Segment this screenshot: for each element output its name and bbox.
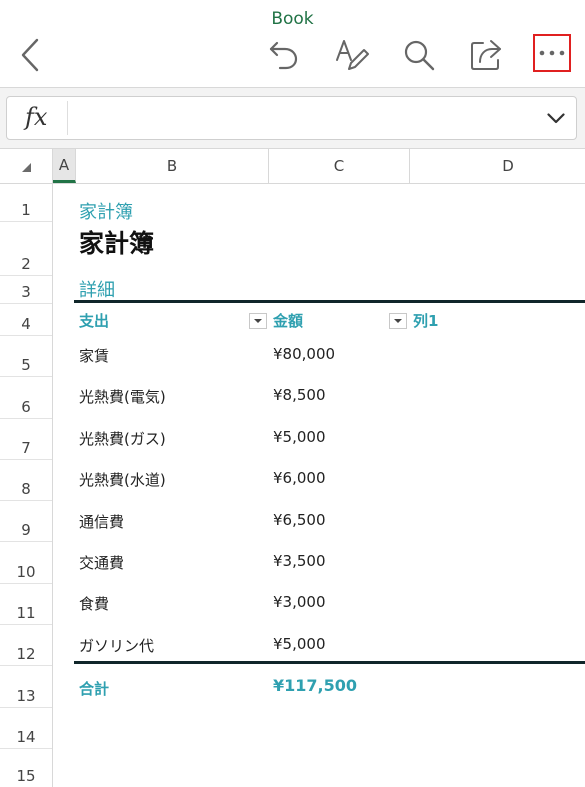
sheet-title[interactable]: 家計簿 [79, 224, 154, 260]
select-all-corner[interactable] [0, 149, 53, 183]
column-header-d[interactable]: D [410, 149, 585, 183]
row-header-14[interactable]: 14 [0, 708, 52, 749]
share-icon [471, 40, 501, 70]
table-top-border [74, 300, 585, 303]
undo-button[interactable] [263, 36, 305, 74]
item-label[interactable]: 食費 [79, 593, 109, 614]
row-header-7[interactable]: 7 [0, 419, 52, 460]
item-label[interactable]: 家賃 [79, 345, 109, 366]
table-bottom-border [74, 661, 585, 664]
filter-dropdown-amount[interactable] [389, 313, 407, 329]
item-label[interactable]: ガソリン代 [79, 635, 154, 656]
item-label[interactable]: 光熱費(電気) [79, 386, 166, 407]
row-header-11[interactable]: 11 [0, 584, 52, 625]
formula-bar: fx [6, 96, 577, 140]
header-expense[interactable]: 支出 [79, 310, 109, 331]
row-header-9[interactable]: 9 [0, 501, 52, 542]
item-label[interactable]: 通信費 [79, 511, 124, 532]
section-title[interactable]: 詳細 [79, 276, 115, 302]
item-amount[interactable]: ¥5,000 [273, 428, 326, 446]
row-header-3[interactable]: 3 [0, 276, 52, 304]
item-amount[interactable]: ¥3,000 [273, 593, 326, 611]
fx-icon[interactable]: fx [25, 103, 47, 131]
draw-icon [336, 40, 369, 70]
dropdown-arrow-icon [254, 319, 262, 323]
row-header-6[interactable]: 6 [0, 377, 52, 419]
column-header-c[interactable]: C [269, 149, 410, 183]
search-icon [404, 40, 435, 71]
column-header-b[interactable]: B [76, 149, 269, 183]
row-header-5[interactable]: 5 [0, 336, 52, 377]
item-amount[interactable]: ¥8,500 [273, 386, 326, 404]
share-button[interactable] [465, 36, 507, 74]
more-icon [539, 50, 565, 56]
row-header-10[interactable]: 10 [0, 542, 52, 584]
item-label[interactable]: 光熱費(水道) [79, 469, 166, 490]
dropdown-arrow-icon [394, 319, 402, 323]
header-amount[interactable]: 金額 [273, 310, 303, 331]
undo-icon [269, 41, 298, 70]
column-header-a[interactable]: A [53, 149, 76, 183]
item-amount[interactable]: ¥3,500 [273, 552, 326, 570]
row-header-4[interactable]: 4 [0, 304, 52, 336]
sheet-subtitle[interactable]: 家計簿 [79, 198, 133, 224]
expand-formula-button[interactable] [544, 107, 568, 129]
item-label[interactable]: 交通費 [79, 552, 124, 573]
filter-dropdown-expense[interactable] [249, 313, 267, 329]
total-amount[interactable]: ¥117,500 [273, 676, 357, 695]
row-header-13[interactable]: 13 [0, 666, 52, 708]
back-button[interactable] [12, 36, 48, 74]
row-header-column: 1 2 3 4 5 6 7 8 9 10 11 12 13 14 15 [0, 184, 53, 787]
row-header-15[interactable]: 15 [0, 749, 52, 787]
item-label[interactable]: 光熱費(ガス) [79, 428, 166, 449]
item-amount[interactable]: ¥80,000 [273, 345, 335, 363]
header-column1[interactable]: 列1 [413, 310, 438, 331]
column-header-row: A B C D [0, 148, 585, 184]
search-button[interactable] [398, 36, 440, 74]
back-chevron-icon [21, 38, 39, 72]
item-amount[interactable]: ¥5,000 [273, 635, 326, 653]
document-title: Book [271, 9, 314, 29]
draw-button[interactable] [331, 36, 373, 74]
select-all-triangle-icon [22, 163, 31, 172]
chevron-down-icon [547, 112, 565, 123]
row-header-8[interactable]: 8 [0, 460, 52, 501]
item-amount[interactable]: ¥6,500 [273, 511, 326, 529]
app-toolbar: Book [0, 0, 585, 88]
row-header-2[interactable]: 2 [0, 222, 52, 276]
item-amount[interactable]: ¥6,000 [273, 469, 326, 487]
formula-bar-area: fx [0, 88, 585, 148]
formula-separator [67, 101, 68, 135]
total-label[interactable]: 合計 [79, 678, 109, 699]
formula-input[interactable] [73, 99, 537, 139]
row-header-1[interactable]: 1 [0, 184, 52, 222]
more-options-button[interactable] [533, 34, 571, 72]
row-header-12[interactable]: 12 [0, 625, 52, 666]
sheet-grid[interactable]: 家計簿 家計簿 詳細 支出 金額 列1 家賃 ¥80,000 光熱費(電気) ¥… [53, 184, 585, 787]
